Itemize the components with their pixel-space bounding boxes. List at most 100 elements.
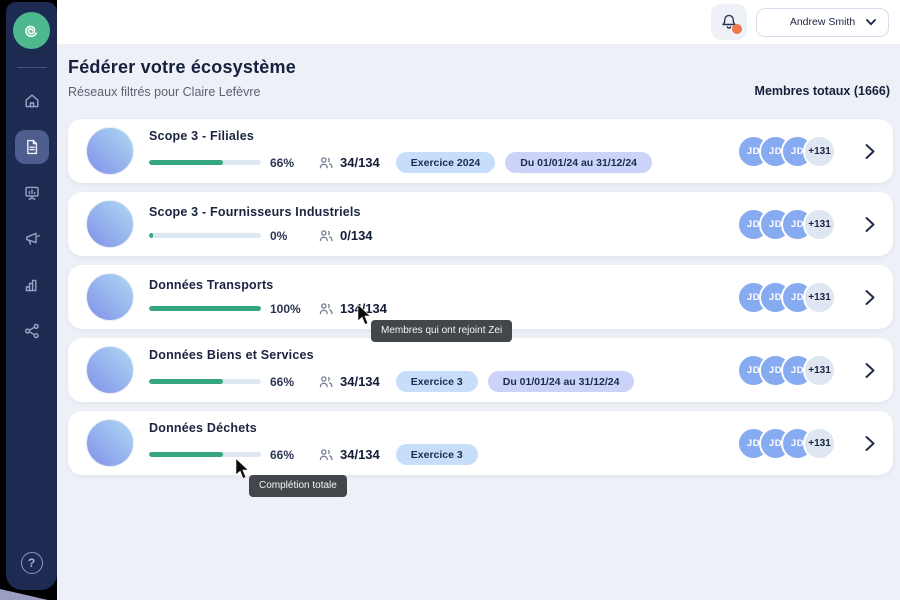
share-network-icon	[23, 322, 41, 340]
network-avatar	[86, 346, 134, 394]
network-name: Scope 3 - Fournisseurs Industriels	[149, 205, 389, 219]
progress-fill	[149, 233, 153, 238]
network-stats-line: 66% 34/134 Exercice 3	[149, 444, 478, 465]
progress-fill	[149, 306, 261, 311]
badge: Exercice 3	[396, 444, 478, 465]
open-network-button[interactable]	[863, 216, 877, 233]
members-icon	[318, 374, 334, 390]
tooltip-members: Membres qui ont rejoint Zei	[371, 320, 512, 342]
sidebar-divider	[17, 67, 47, 68]
avatar-stack: JDJDJD+131	[737, 135, 836, 168]
chevron-right-icon	[863, 289, 877, 306]
spiral-icon	[20, 19, 44, 43]
badge-group: Exercice 3	[396, 444, 478, 465]
user-menu[interactable]: Andrew Smith	[756, 8, 889, 37]
open-network-button[interactable]	[863, 362, 877, 379]
progress-fill	[149, 160, 223, 165]
network-card[interactable]: Données Déchets 66% 34/134	[68, 411, 893, 475]
sidebar-item-documents[interactable]	[15, 130, 49, 164]
sidebar-item-home[interactable]	[15, 84, 49, 118]
more-members-count: +131	[803, 208, 836, 241]
avatar-stack: JDJDJD+131	[737, 427, 836, 460]
sidebar-item-statistics[interactable]	[15, 268, 49, 302]
progress-fill	[149, 452, 223, 457]
network-name: Données Biens et Services	[149, 348, 634, 362]
members-icon	[318, 155, 334, 171]
progress-fill	[149, 379, 223, 384]
badge-group: Exercice 3 Du 01/01/24 au 31/12/24	[396, 371, 635, 392]
more-members-count: +131	[803, 354, 836, 387]
chevron-right-icon	[863, 435, 877, 452]
more-members-count: +131	[803, 135, 836, 168]
monitor-chart-icon	[23, 184, 41, 202]
window-corner-artifact	[0, 589, 48, 600]
question-icon: ?	[28, 556, 35, 570]
avatar-stack: JDJDJD+131	[737, 354, 836, 387]
page-subtitle: Réseaux filtrés pour Claire Lefèvre	[68, 85, 296, 99]
network-info: Scope 3 - Filiales 66% 34/13	[149, 129, 652, 173]
zei-spiral-logo	[13, 12, 50, 49]
badge-group: Exercice 2024 Du 01/01/24 au 31/12/24	[396, 152, 652, 173]
avatar-stack: JDJDJD+131	[737, 281, 836, 314]
chevron-right-icon	[863, 216, 877, 233]
cursor-pointer	[355, 304, 373, 326]
network-name: Données Transports	[149, 278, 403, 292]
user-name: Andrew Smith	[790, 16, 855, 28]
progress-bar	[149, 233, 261, 238]
network-card[interactable]: Scope 3 - Fournisseurs Industriels 0%	[68, 192, 893, 256]
topbar: Andrew Smith	[57, 0, 900, 44]
sidebar-item-announcements[interactable]	[15, 222, 49, 256]
network-stats-line: 66% 34/134 Exercice 2024Du 01/01/24 au 3…	[149, 152, 652, 173]
page-header: Fédérer votre écosystème Réseaux filtrés…	[57, 44, 900, 99]
progress-bar	[149, 160, 261, 165]
network-info: Données Déchets 66% 34/134	[149, 421, 478, 465]
network-stats-line: 66% 34/134 Exercice 3 Du 01/01/24 au 31/1…	[149, 371, 634, 392]
network-list: Scope 3 - Filiales 66% 34/13	[57, 119, 900, 475]
sidebar-item-network[interactable]	[15, 314, 49, 348]
progress-bar	[149, 306, 261, 311]
network-avatar	[86, 273, 134, 321]
progress-percent: 100%	[270, 302, 308, 316]
members-icon	[318, 447, 334, 463]
home-icon	[23, 92, 41, 110]
members-count: 0/134	[340, 228, 373, 243]
network-avatar	[86, 200, 134, 248]
document-icon	[23, 138, 41, 156]
network-card[interactable]: Scope 3 - Filiales 66% 34/13	[68, 119, 893, 183]
chevron-right-icon	[863, 362, 877, 379]
sidebar-item-monitor[interactable]	[15, 176, 49, 210]
avatar-stack: JDJDJD+131	[737, 208, 836, 241]
badge: Exercice 3	[396, 371, 478, 392]
more-members-count: +131	[803, 427, 836, 460]
progress-bar	[149, 452, 261, 457]
members-total: Membres totaux (1666)	[755, 84, 890, 99]
network-avatar	[86, 419, 134, 467]
more-members-count: +131	[803, 281, 836, 314]
members-icon	[318, 228, 334, 244]
badge: Du 01/01/24 au 31/12/24	[505, 152, 652, 173]
network-name: Scope 3 - Filiales	[149, 129, 652, 143]
progress-bar	[149, 379, 261, 384]
open-network-button[interactable]	[863, 289, 877, 306]
chevron-right-icon	[863, 143, 877, 160]
main-area: Andrew Smith Fédérer votre écosystème Ré…	[57, 0, 900, 600]
members-count: 34/134	[340, 155, 380, 170]
members-count: 34/134	[340, 374, 380, 389]
megaphone-icon	[23, 230, 41, 248]
network-info: Données Biens et Services 66%	[149, 348, 634, 392]
cursor-pointer	[233, 458, 251, 480]
network-card[interactable]: Données Biens et Services 66%	[68, 338, 893, 402]
chevron-down-icon	[866, 19, 876, 26]
network-stats-line: 0% 0/134	[149, 228, 389, 244]
notifications-button[interactable]	[711, 4, 747, 40]
tooltip-completion: Complétion totale	[249, 475, 347, 497]
help-button[interactable]: ?	[21, 552, 43, 574]
badge: Exercice 2024	[396, 152, 495, 173]
progress-percent: 0%	[270, 229, 308, 243]
badge: Du 01/01/24 au 31/12/24	[488, 371, 635, 392]
network-avatar	[86, 127, 134, 175]
progress-percent: 66%	[270, 375, 308, 389]
app-window: ? Andrew Smith Fédérer votre écosystème	[0, 0, 900, 600]
open-network-button[interactable]	[863, 435, 877, 452]
open-network-button[interactable]	[863, 143, 877, 160]
